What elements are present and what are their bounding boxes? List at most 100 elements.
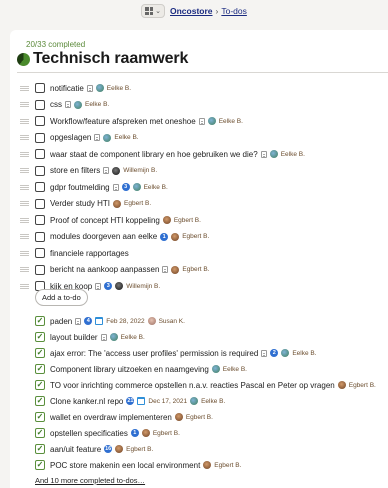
todo-checkbox[interactable] <box>35 231 45 242</box>
todo-title[interactable]: financiele rapportages <box>50 249 129 258</box>
assignee-name[interactable]: Egbert B. <box>182 266 209 273</box>
todo-title[interactable]: POC store makenin een local environment <box>50 461 200 470</box>
assignee-name[interactable]: Susan K. <box>159 318 185 325</box>
assignee-name[interactable]: Eelke B. <box>201 398 225 405</box>
todo-title[interactable]: wallet en overdraw implementeren <box>50 413 172 422</box>
open-todo-list: notificatie Eelke B. css Eelke B. Workflow/f… <box>0 80 388 295</box>
completed-checkbox[interactable]: ✓ <box>35 364 45 374</box>
todo-title[interactable]: store en filters <box>50 166 100 175</box>
drag-handle-icon[interactable] <box>20 267 29 273</box>
drag-handle-icon[interactable] <box>20 250 29 256</box>
todo-title[interactable]: Workflow/feature afspreken met oneshoe <box>50 117 196 126</box>
drag-handle-icon[interactable] <box>20 102 29 108</box>
assignee-name[interactable]: Eelke B. <box>219 118 243 125</box>
assignee-name[interactable]: Egbert B. <box>153 430 180 437</box>
add-todo-button[interactable]: Add a to-do <box>35 289 88 306</box>
todo-title[interactable]: Clone kanker.nl repo <box>50 397 123 406</box>
completed-checkbox[interactable]: ✓ <box>35 460 45 470</box>
todo-title[interactable]: gdpr foutmelding <box>50 183 110 192</box>
todo-title[interactable]: Verder study HTI <box>50 199 110 208</box>
todo-title[interactable]: paden <box>50 317 72 326</box>
breadcrumb-project-link[interactable]: Oncostore <box>170 6 213 16</box>
assignee-name[interactable]: Egbert B. <box>174 217 201 224</box>
drag-handle-icon[interactable] <box>20 234 29 240</box>
todo-checkbox[interactable] <box>35 264 45 275</box>
assignee-avatar <box>74 100 82 109</box>
todo-checkbox[interactable] <box>35 198 45 209</box>
assignee-name[interactable]: Eelke B. <box>292 350 316 357</box>
assignee-name[interactable]: Egbert B. <box>182 233 209 240</box>
todo-checkbox[interactable] <box>35 116 45 127</box>
completed-checkbox[interactable]: ✓ <box>35 412 45 422</box>
progress-pie-icon <box>17 52 30 66</box>
drag-handle-icon[interactable] <box>20 283 29 289</box>
drag-handle-icon[interactable] <box>20 85 29 91</box>
drag-handle-icon[interactable] <box>20 151 29 157</box>
todo-checkbox[interactable] <box>35 248 45 259</box>
completed-checkbox[interactable]: ✓ <box>35 316 45 326</box>
todo-checkbox[interactable] <box>35 99 45 110</box>
drag-handle-icon[interactable] <box>20 118 29 124</box>
project-switcher[interactable]: ⌄ <box>141 4 165 18</box>
drag-handle-icon[interactable] <box>20 201 29 207</box>
assignee-name[interactable]: Eelke B. <box>114 134 138 141</box>
todo-title[interactable]: Proof of concept HTI koppeling <box>50 216 160 225</box>
todo-title[interactable]: css <box>50 100 62 109</box>
completed-checkbox[interactable]: ✓ <box>35 332 45 342</box>
todo-checkbox[interactable] <box>35 132 45 143</box>
completed-checkbox[interactable]: ✓ <box>35 396 45 406</box>
drag-handle-icon[interactable] <box>20 135 29 141</box>
due-date: Dec 17, 2021 <box>148 397 188 405</box>
breadcrumb-todos-link[interactable]: To-dos <box>221 6 247 16</box>
todo-checkbox[interactable] <box>35 165 45 176</box>
calendar-icon <box>137 397 146 405</box>
assignee-avatar <box>112 166 121 175</box>
assignee-name[interactable]: Willemijn B. <box>123 167 157 174</box>
assignee-name[interactable]: Eelke B. <box>85 101 109 108</box>
todo-meta: Eelke B. <box>260 150 305 159</box>
todo-title[interactable]: aan/uit feature <box>50 445 101 454</box>
assignee-avatar <box>337 381 346 389</box>
todo-title[interactable]: opgeslagen <box>50 133 91 142</box>
assignee-name[interactable]: Egbert B. <box>186 414 213 421</box>
assignee-avatar <box>115 445 124 453</box>
notes-icon <box>94 134 101 142</box>
drag-handle-icon[interactable] <box>20 168 29 174</box>
todo-title[interactable]: ajax error: The 'access user profiles' p… <box>50 349 258 358</box>
todo-title[interactable]: bericht na aankoop aanpassen <box>50 265 159 274</box>
assignee-name[interactable]: Willemijn B. <box>126 283 160 290</box>
assignee-name[interactable]: Eelke B. <box>121 334 145 341</box>
grid-icon <box>145 7 154 15</box>
todo-checkbox[interactable] <box>35 149 45 160</box>
todo-checkbox[interactable] <box>35 215 45 226</box>
todo-row: opgeslagen Eelke B. <box>0 130 388 147</box>
drag-handle-icon[interactable] <box>20 217 29 223</box>
assignee-name[interactable]: Eelke B. <box>107 85 131 92</box>
todo-title[interactable]: Component library uitzoeken en naamgevin… <box>50 365 209 374</box>
assignee-name[interactable]: Egbert B. <box>214 462 241 469</box>
todo-title[interactable]: modules doorgeven aan eelke <box>50 232 157 241</box>
completed-checkbox[interactable]: ✓ <box>35 380 45 390</box>
assignee-name[interactable]: Eelke B. <box>223 366 247 373</box>
todo-title[interactable]: waar staat de component library en hoe g… <box>50 150 258 159</box>
todo-title[interactable]: layout builder <box>50 333 98 342</box>
completed-checkbox[interactable]: ✓ <box>35 444 45 454</box>
todo-title[interactable]: opstellen specificaties <box>50 429 128 438</box>
drag-handle-icon[interactable] <box>20 184 29 190</box>
todo-meta: Egbert B. <box>337 381 376 389</box>
todo-checkbox[interactable] <box>35 182 45 193</box>
assignee-name[interactable]: Egbert B. <box>124 200 151 207</box>
assignee-name[interactable]: Eelke B. <box>144 184 168 191</box>
notes-icon <box>198 117 205 125</box>
breadcrumb: Oncostore › To-dos <box>170 6 247 16</box>
completed-checkbox[interactable]: ✓ <box>35 428 45 438</box>
todo-checkbox[interactable] <box>35 83 45 94</box>
assignee-name[interactable]: Egbert B. <box>126 446 153 453</box>
todo-title[interactable]: notificatie <box>50 84 84 93</box>
assignee-name[interactable]: Eelke B. <box>281 151 305 158</box>
assignee-name[interactable]: Egbert B. <box>349 382 376 389</box>
more-completed-link[interactable]: And 10 more completed to-dos… <box>35 476 145 485</box>
todo-title[interactable]: TO voor inrichting commerce opstellen n.… <box>50 381 335 390</box>
list-title[interactable]: Technisch raamwerk <box>33 50 188 68</box>
completed-checkbox[interactable]: ✓ <box>35 348 45 358</box>
